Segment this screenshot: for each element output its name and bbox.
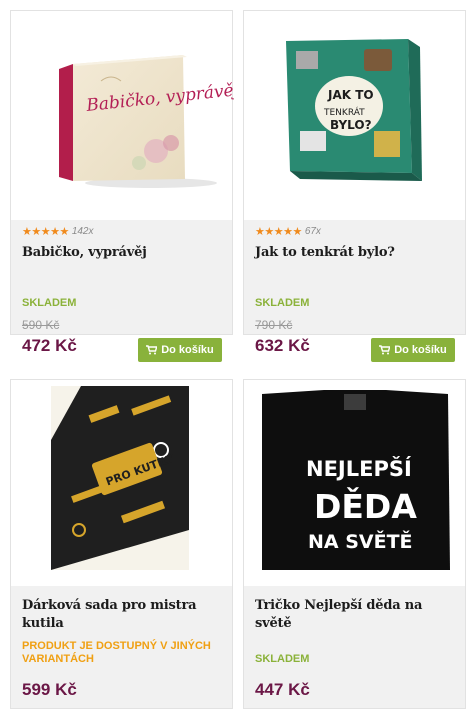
black-tshirt-image: NEJLEPŠÍ DĚDA NA SVĚTĚ [262,390,450,570]
add-to-cart-button[interactable]: Do košíku [138,338,222,362]
product-title[interactable]: Babičko, vyprávěj [22,244,221,262]
old-price: 790 Kč [255,318,293,332]
availability-status: SKLADEM [255,297,310,309]
board-game-box-image: JAK TO TENKRÁT BYLO? [286,39,422,181]
product-image[interactable]: NEJLEPŠÍ DĚDA NA SVĚTĚ [244,380,465,586]
product-title[interactable]: Dárková sada pro mistra kutila [22,597,221,633]
price: 447 Kč [255,680,310,699]
rating: ★★★★★ 142x [22,225,221,238]
availability-status: PRODUKT JE DOSTUPNÝ V JINÝCH VARIANTÁCH [22,640,211,665]
tool-gift-set-image: PRO KUTILY [51,386,189,570]
product-image[interactable]: JAK TO TENKRÁT BYLO? [244,11,465,220]
cover-title-line: BYLO? [330,118,372,132]
shirt-text-line: NA SVĚTĚ [308,530,413,553]
rating: ★★★★★ 67x [255,225,454,238]
product-info: ★★★★★ 67x Jak to tenkrát bylo? SKLADEM 7… [244,220,465,362]
add-to-cart-label: Do košíku [161,344,214,356]
add-to-cart-button[interactable]: Do košíku [371,338,455,362]
price: 632 Kč [255,336,310,355]
product-title[interactable]: Jak to tenkrát bylo? [255,244,454,262]
price: 472 Kč [22,336,77,355]
old-price: 590 Kč [22,318,60,332]
cart-icon [146,345,158,355]
product-info: ★★★★★ 142x Babičko, vyprávěj SKLADEM 590… [11,220,232,362]
availability-status: SKLADEM [255,653,310,665]
product-info: Tričko Nejlepší děda na světě SKLADEM 44… [244,586,465,708]
rating-count: 67x [304,226,321,237]
product-card[interactable]: Babičko, vyprávěj ★★★★★ 142x Babičko, vy… [10,10,241,362]
product-info: Dárková sada pro mistra kutila PRODUKT J… [11,586,232,708]
add-to-cart-label: Do košíku [394,344,447,356]
cover-title-line: TENKRÁT [323,106,365,118]
product-title[interactable]: Tričko Nejlepší děda na světě [255,597,454,633]
star-rating-icon: ★★★★★ [255,226,302,238]
cover-title-line: JAK TO [327,88,374,102]
cart-icon [379,345,391,355]
product-card[interactable]: JAK TO TENKRÁT BYLO? ★★★★★ 67x Jak to te… [243,10,466,362]
product-card[interactable]: PRO KUTILY Dárková sada pro mistra kutil… [10,379,233,709]
price: 599 Kč [22,680,77,699]
rating-count: 142x [71,226,94,237]
book-cover-image: Babičko, vyprávěj [59,55,241,188]
shirt-text-line: NEJLEPŠÍ [306,456,412,481]
shirt-text-line: DĚDA [314,486,417,526]
availability-status: SKLADEM [22,297,77,309]
product-card[interactable]: NEJLEPŠÍ DĚDA NA SVĚTĚ Tričko Nejlepší d… [243,379,466,709]
star-rating-icon: ★★★★★ [22,226,69,238]
product-image[interactable]: Babičko, vyprávěj [11,11,241,220]
product-image[interactable]: PRO KUTILY [11,380,232,586]
